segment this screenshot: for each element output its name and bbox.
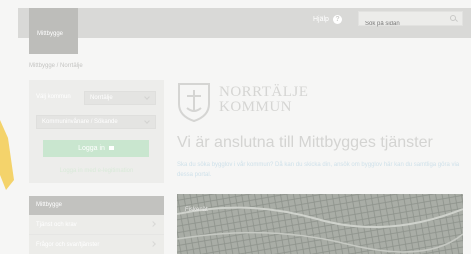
search-input[interactable]	[359, 17, 444, 31]
municipality-value: Norrtälje	[90, 95, 113, 101]
side-menu: Mittbygge Tjänst och krav Frågor och sva…	[29, 196, 164, 254]
role-select[interactable]: Kommuninvånare / Sökande	[36, 115, 156, 129]
search-icon[interactable]	[450, 15, 456, 21]
municipality-logo: NORRTÄLJE KOMMUN	[177, 82, 308, 122]
breadcrumb[interactable]: Mittbygge / Norrtälje	[29, 63, 83, 69]
yellow-ribbon-graphic	[0, 120, 14, 190]
coat-of-arms-icon	[178, 83, 210, 122]
municipality-select[interactable]: Norrtälje	[84, 91, 156, 105]
question-icon: ?	[332, 15, 342, 24]
role-value: Kommuninvånare / Sökande	[42, 119, 118, 125]
side-menu-item[interactable]: Tjänst och krav	[29, 215, 164, 235]
page-title: Vi är anslutna till Mittbygges tjänster	[177, 134, 433, 151]
eid-login-link[interactable]: Logga in med e-legitimation	[29, 168, 164, 174]
hero-caption: Fiskenät	[185, 207, 208, 213]
side-menu-item-label: Tjänst och krav	[36, 222, 77, 228]
help-link[interactable]: Hjälp ?	[313, 15, 342, 24]
fishing-net-image	[177, 194, 463, 254]
login-button[interactable]: Logga in	[43, 140, 149, 157]
logo-text: Mittbygge	[37, 31, 64, 37]
brand-line-2: KOMMUN	[219, 99, 293, 115]
chevron-down-icon	[144, 94, 150, 100]
intro-text: Ska du söka bygglov i vår kommun? Då kan…	[177, 162, 460, 178]
search-box[interactable]	[358, 11, 463, 31]
login-button-label: Logga in	[78, 145, 105, 152]
chevron-right-icon	[150, 221, 156, 227]
logo-tab[interactable]: Mittbygge	[29, 8, 78, 54]
lock-icon	[108, 146, 114, 151]
hero-image: Fiskenät	[177, 194, 463, 254]
help-label: Hjälp	[313, 16, 329, 23]
municipality-label: Välj kommun	[36, 94, 71, 100]
chevron-right-icon	[150, 241, 156, 247]
brand-line-1: NORRTÄLJE	[219, 84, 309, 100]
side-menu-header: Mittbygge	[29, 196, 164, 215]
side-menu-item-label: Frågor och svar/tjänster	[36, 242, 100, 248]
side-menu-item[interactable]: Frågor och svar/tjänster	[29, 235, 164, 254]
chevron-down-icon	[144, 118, 150, 124]
login-panel: Välj kommun Norrtälje Kommuninvånare / S…	[29, 80, 164, 183]
